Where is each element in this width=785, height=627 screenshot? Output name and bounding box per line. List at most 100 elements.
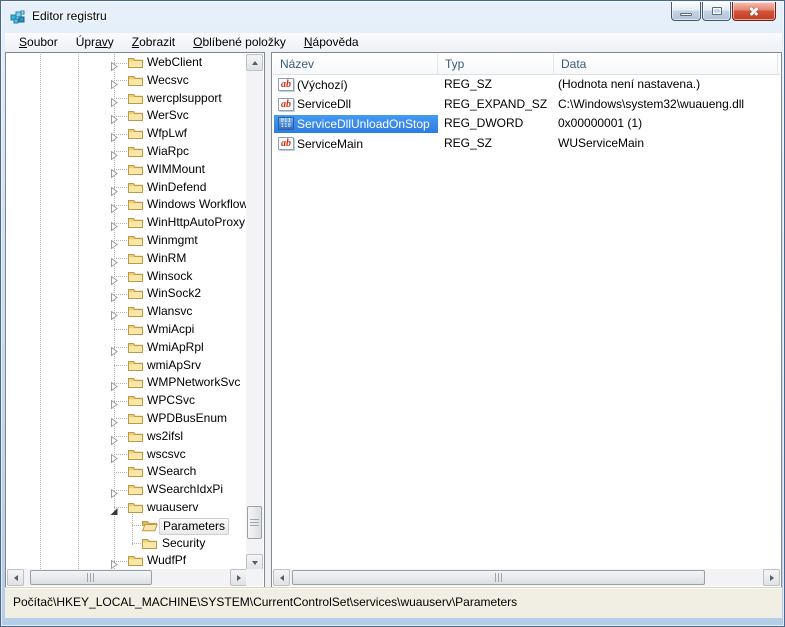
- tree-item-winsock[interactable]: Winsock: [7, 268, 247, 286]
- expand-icon[interactable]: [110, 129, 119, 143]
- menu-item-upravy[interactable]: Úpravy: [67, 33, 123, 52]
- tree-item-label[interactable]: wuauserv: [147, 500, 198, 515]
- tree-item-wersvc[interactable]: WerSvc: [7, 107, 247, 125]
- tree-item-label[interactable]: Security: [162, 536, 205, 551]
- tree-horizontal-scrollbar[interactable]: [7, 569, 247, 586]
- value-name-cell[interactable]: ab ServiceMain: [274, 134, 438, 153]
- expand-icon[interactable]: [110, 94, 119, 108]
- expand-icon[interactable]: [110, 147, 119, 161]
- expand-icon[interactable]: [110, 200, 119, 214]
- expand-icon[interactable]: [110, 396, 119, 410]
- expand-icon[interactable]: [110, 289, 119, 303]
- tree-item-wmiacpi[interactable]: WmiAcpi: [7, 321, 247, 339]
- tree-item-wsearchidxpi[interactable]: WSearchIdxPi: [7, 481, 247, 499]
- scroll-left-button[interactable]: [7, 569, 24, 586]
- expand-icon[interactable]: [110, 307, 119, 321]
- expand-icon[interactable]: [110, 272, 119, 286]
- tree-item-label[interactable]: WMPNetworkSvc: [147, 375, 240, 390]
- expand-icon[interactable]: [110, 450, 119, 464]
- value-name-cell[interactable]: ab ServiceDll: [274, 95, 438, 114]
- tree-item-label[interactable]: WPCSvc: [147, 393, 195, 408]
- expand-icon[interactable]: [110, 111, 119, 125]
- tree-item-label[interactable]: WiaRpc: [147, 144, 189, 159]
- tree-item-parameters[interactable]: Parameters: [7, 517, 247, 535]
- tree-item-label[interactable]: wercplsupport: [147, 91, 222, 106]
- scroll-right-button[interactable]: [230, 569, 247, 586]
- tree-item-label[interactable]: Wlansvc: [147, 304, 192, 319]
- column-header-data[interactable]: Data: [554, 54, 778, 75]
- expand-icon[interactable]: [110, 183, 119, 197]
- tree-item-label[interactable]: Parameters: [159, 517, 230, 535]
- column-header-type[interactable]: Typ: [438, 54, 554, 75]
- expand-icon[interactable]: [110, 378, 119, 392]
- list-horizontal-scrollbar[interactable]: [273, 569, 780, 586]
- tree-item-ws2ifsl[interactable]: ws2ifsl: [7, 428, 247, 446]
- menu-item-zobrazit[interactable]: Zobrazit: [123, 33, 184, 52]
- tree-item-winsock2[interactable]: WinSock2: [7, 285, 247, 303]
- tree-item-label[interactable]: WinSock2: [147, 286, 201, 301]
- registry-value-row[interactable]: ab ServiceDll REG_EXPAND_SZ C:\Windows\syst…: [273, 95, 780, 115]
- tree-item-label[interactable]: Winsock: [147, 269, 192, 284]
- scroll-right-button[interactable]: [763, 569, 780, 586]
- tree-item-winhttpautoproxy[interactable]: WinHttpAutoProxy: [7, 214, 247, 232]
- tree-item-label[interactable]: wmiApSrv: [147, 358, 201, 373]
- tree-item-wudfpf[interactable]: WudfPf: [7, 552, 247, 570]
- value-name-cell[interactable]: ab (Výchozí): [274, 76, 438, 95]
- tree-item-windows-workflow[interactable]: Windows Workflow: [7, 196, 247, 214]
- tree-item-wlansvc[interactable]: Wlansvc: [7, 303, 247, 321]
- tree-item-wuauserv[interactable]: wuauserv: [7, 499, 247, 517]
- expand-icon[interactable]: [110, 58, 119, 72]
- registry-value-row[interactable]: 011 110 ServiceDllUnloadOnStop REG_DWORD 0x0…: [273, 114, 780, 134]
- tree-item-security[interactable]: Security: [7, 535, 247, 553]
- restore-button[interactable]: [702, 2, 731, 21]
- tree-item-wiarpc[interactable]: WiaRpc: [7, 143, 247, 161]
- tree-item-wercplsupport[interactable]: wercplsupport: [7, 90, 247, 108]
- registry-value-row[interactable]: ab (Výchozí) REG_SZ (Hodnota není nastavena…: [273, 75, 780, 95]
- expand-icon[interactable]: [110, 432, 119, 446]
- tree-item-label[interactable]: WinHttpAutoProxy: [147, 215, 245, 230]
- expand-icon[interactable]: [110, 76, 119, 90]
- tree-item-label[interactable]: WIMMount: [147, 162, 205, 177]
- expand-icon[interactable]: [110, 343, 119, 357]
- tree-item-label[interactable]: WinRM: [147, 251, 186, 266]
- expand-icon[interactable]: [110, 556, 119, 570]
- expand-icon[interactable]: [110, 218, 119, 232]
- tree-item-label[interactable]: WPDBusEnum: [147, 411, 227, 426]
- expand-icon[interactable]: [110, 254, 119, 268]
- tree-item-wmpnetworksvc[interactable]: WMPNetworkSvc: [7, 374, 247, 392]
- horizontal-scroll-thumb[interactable]: [30, 570, 152, 585]
- close-button[interactable]: [732, 2, 776, 21]
- tree-item-label[interactable]: WerSvc: [147, 108, 189, 123]
- scroll-up-button[interactable]: [246, 54, 263, 71]
- tree-item-wmiaprpl[interactable]: WmiApRpl: [7, 339, 247, 357]
- value-name-cell[interactable]: 011 110 ServiceDllUnloadOnStop: [274, 114, 438, 134]
- tree-item-wsearch[interactable]: WSearch: [7, 463, 247, 481]
- expand-icon[interactable]: [110, 165, 119, 179]
- tree-item-webclient[interactable]: WebClient: [7, 54, 247, 72]
- tree-item-wmiapsrv[interactable]: wmiApSrv: [7, 357, 247, 375]
- tree-item-label[interactable]: WmiAcpi: [147, 322, 194, 337]
- tree-item-winmgmt[interactable]: Winmgmt: [7, 232, 247, 250]
- minimize-button[interactable]: [671, 2, 701, 21]
- expand-icon[interactable]: [110, 414, 119, 428]
- tree-item-label[interactable]: WSearch: [147, 464, 196, 479]
- menu-item-napoveda[interactable]: Nápověda: [295, 33, 368, 52]
- expand-icon[interactable]: [110, 236, 119, 250]
- expand-icon[interactable]: [110, 485, 119, 499]
- title-bar[interactable]: Editor registru: [1, 1, 784, 33]
- tree-item-wpdbusenum[interactable]: WPDBusEnum: [7, 410, 247, 428]
- horizontal-scroll-thumb[interactable]: [292, 570, 705, 585]
- tree-item-winrm[interactable]: WinRM: [7, 250, 247, 268]
- tree-vertical-scrollbar[interactable]: [246, 54, 263, 571]
- tree-item-label[interactable]: WfpLwf: [147, 126, 187, 141]
- tree-item-wscsvc[interactable]: wscsvc: [7, 446, 247, 464]
- tree-item-windefend[interactable]: WinDefend: [7, 179, 247, 197]
- tree-item-label[interactable]: Windows Workflow: [147, 197, 247, 212]
- collapse-icon[interactable]: [110, 503, 119, 515]
- tree-item-label[interactable]: WudfPf: [147, 553, 186, 568]
- tree-item-label[interactable]: Winmgmt: [147, 233, 198, 248]
- tree-item-label[interactable]: WebClient: [147, 55, 202, 70]
- menu-item-oblibene-polozky[interactable]: Oblíbené položky: [184, 33, 295, 52]
- tree-item-label[interactable]: ws2ifsl: [147, 429, 183, 444]
- tree-item-label[interactable]: WinDefend: [147, 180, 206, 195]
